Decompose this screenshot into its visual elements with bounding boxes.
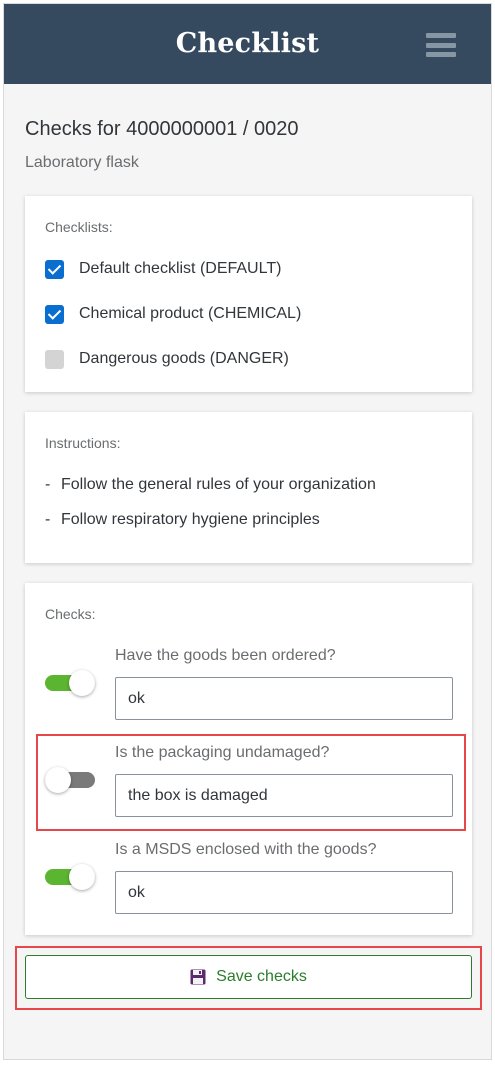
instruction-text: Follow respiratory hygiene principles bbox=[61, 511, 320, 528]
highlight-box-save bbox=[15, 946, 482, 1010]
page-title: Checks for 4000000001 / 0020 bbox=[25, 118, 299, 140]
hamburger-menu-icon[interactable] bbox=[426, 33, 456, 57]
checkbox-checked-icon[interactable] bbox=[45, 304, 64, 324]
instructions-label: Instructions: bbox=[45, 435, 121, 451]
instructions-card: Instructions: - Follow the general rules … bbox=[25, 412, 472, 563]
check-comment-input[interactable] bbox=[115, 677, 453, 720]
instruction-item: - Follow the general rules of your organi… bbox=[45, 476, 376, 494]
checklist-item-default[interactable]: Default checklist (DEFAULT) bbox=[45, 258, 281, 280]
app-frame: Checklist Checks for 4000000001 / 0020 L… bbox=[3, 3, 492, 1060]
instruction-text: Follow the general rules of your organiz… bbox=[61, 476, 376, 493]
check-toggle-switch[interactable] bbox=[45, 670, 95, 696]
page-subtitle: Laboratory flask bbox=[25, 154, 139, 171]
instruction-bullet: - bbox=[45, 511, 51, 528]
checkbox-checked-icon[interactable] bbox=[45, 259, 64, 279]
instruction-item: - Follow respiratory hygiene principles bbox=[45, 511, 320, 529]
checklist-item-label: Dangerous goods (DANGER) bbox=[79, 350, 289, 367]
checklists-card: Checklists: Default checklist (DEFAULT) … bbox=[25, 196, 472, 392]
instruction-bullet: - bbox=[45, 476, 51, 493]
check-comment-input[interactable] bbox=[115, 871, 453, 914]
checkbox-unchecked-icon[interactable] bbox=[45, 349, 64, 369]
check-question: Is a MSDS enclosed with the goods? bbox=[115, 841, 377, 858]
checklists-label: Checklists: bbox=[45, 219, 113, 235]
checklist-item-label: Chemical product (CHEMICAL) bbox=[79, 305, 302, 322]
checklist-item-danger[interactable]: Dangerous goods (DANGER) bbox=[45, 348, 289, 370]
app-header: Checklist bbox=[4, 4, 491, 84]
check-toggle-switch[interactable] bbox=[45, 864, 95, 890]
checklist-item-chemical[interactable]: Chemical product (CHEMICAL) bbox=[45, 303, 301, 325]
checklist-item-label: Default checklist (DEFAULT) bbox=[79, 260, 282, 277]
check-question: Have the goods been ordered? bbox=[115, 647, 336, 664]
highlight-box-check bbox=[36, 734, 466, 831]
checks-label: Checks: bbox=[45, 606, 96, 622]
app-title: Checklist bbox=[175, 28, 320, 59]
